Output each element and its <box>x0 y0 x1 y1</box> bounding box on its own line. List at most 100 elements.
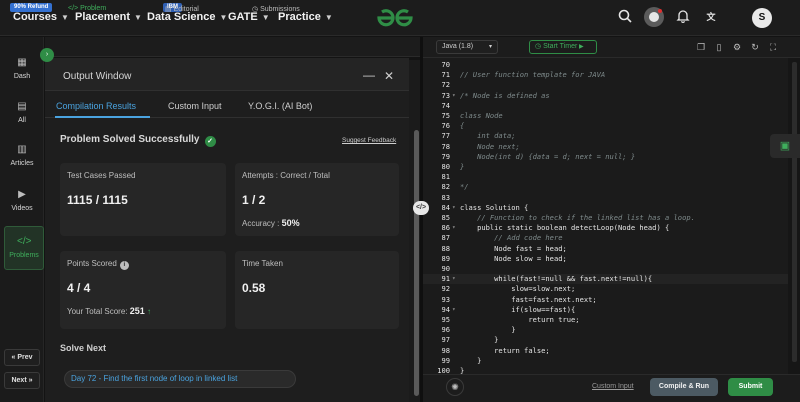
attempts-label: Attempts : Correct / Total <box>242 171 330 180</box>
line-number: 99 <box>441 355 450 365</box>
bell-icon[interactable] <box>675 9 691 25</box>
code-line[interactable]: 80} <box>423 162 788 172</box>
points-label: Points Scored <box>67 259 117 268</box>
code-editor[interactable]: 70 71 // User function template for JAVA 72… <box>423 58 788 374</box>
output-tabs: Compilation Results Custom Input Y.O.G.I… <box>45 92 409 118</box>
code-line[interactable]: 100} <box>423 366 788 374</box>
suggest-feedback-link[interactable]: Suggest Feedback <box>342 137 396 144</box>
code-line[interactable]: 93 fast=fast.next.next; <box>423 295 788 305</box>
code-line[interactable]: 83 <box>423 193 788 203</box>
code-line[interactable]: 76 { <box>423 121 788 131</box>
rail-all[interactable]: ▤ All <box>0 100 44 124</box>
chat-icon[interactable]: ▣ <box>770 134 800 158</box>
gfg-logo[interactable] <box>373 6 417 30</box>
line-number: 88 <box>441 243 450 253</box>
document-icon[interactable]: ▯ <box>713 41 725 53</box>
code-line[interactable]: 71 // User function template for JAVA <box>423 70 788 80</box>
code-line[interactable]: 84 ▾ class Solution { <box>423 203 788 213</box>
nav-courses[interactable]: Courses ▼ <box>13 11 69 23</box>
code-line[interactable]: 87 // Add code here <box>423 233 788 243</box>
rail-problems[interactable]: </> Problems <box>4 226 44 270</box>
line-number: 76 <box>441 121 450 131</box>
tab-problem[interactable]: </> Problem <box>68 5 106 12</box>
video-icon: ▶ <box>18 189 26 200</box>
next-problem-link[interactable]: Day 72 - Find the first node of loop in … <box>64 370 296 388</box>
code-line[interactable]: 72 <box>423 80 788 90</box>
fold-chevron-icon[interactable]: ▾ <box>452 91 456 101</box>
code-line[interactable]: 77 int data; <box>423 131 788 141</box>
code-line[interactable]: 81 <box>423 172 788 182</box>
code-line[interactable]: 79 Node(int d) {data = d; next = null; } <box>423 152 788 162</box>
code-line[interactable]: 73 ▾ /* Node is defined as <box>423 91 788 101</box>
resize-handle-icon[interactable]: </> <box>413 201 429 215</box>
fullscreen-icon[interactable]: ⛶ <box>767 41 779 53</box>
fold-chevron-icon[interactable]: ▾ <box>452 223 456 233</box>
nav-placement[interactable]: Placement ▼ <box>75 11 142 23</box>
start-timer-button[interactable]: ◷ Start Timer ▶ <box>529 40 597 54</box>
rail-articles[interactable]: ▥ Articles <box>0 143 44 167</box>
code-line[interactable]: 89 Node slow = head; <box>423 254 788 264</box>
code-line[interactable]: 92 slow=slow.next; <box>423 284 788 294</box>
minimize-icon[interactable]: — <box>363 68 375 82</box>
tab-yogi-ai-bot[interactable]: Y.O.G.I. (AI Bot) <box>248 101 312 111</box>
rail-videos[interactable]: ▶ Videos <box>0 188 44 212</box>
tab-compilation-results[interactable]: Compilation Results <box>56 101 136 111</box>
code-icon: </> <box>68 5 81 12</box>
prev-button[interactable]: « Prev <box>4 349 40 366</box>
code-line[interactable]: 78 Node next; <box>423 142 788 152</box>
refresh-icon[interactable]: ↻ <box>749 41 761 53</box>
code-line[interactable]: 98 return false; <box>423 346 788 356</box>
tab-editorial[interactable]: ▤ Editorial <box>165 5 199 13</box>
line-number: 85 <box>441 213 450 222</box>
line-number: 79 <box>441 151 450 161</box>
submit-button[interactable]: Submit <box>728 378 773 396</box>
editor-scrollbar-thumb[interactable] <box>792 62 797 362</box>
fold-chevron-icon[interactable]: ▾ <box>452 203 456 213</box>
code-text: class Node <box>460 111 503 120</box>
code-line[interactable]: 97 } <box>423 335 788 345</box>
code-line[interactable]: 99 } <box>423 356 788 366</box>
fold-chevron-icon[interactable]: ▾ <box>452 274 456 284</box>
code-line[interactable]: 91 ▾ while(fast!=null && fast.next!=null)… <box>423 274 788 285</box>
rail-dash[interactable]: ▦ Dash <box>0 56 44 80</box>
close-icon[interactable]: ✕ <box>384 69 394 83</box>
avatar[interactable]: S <box>752 8 772 28</box>
accuracy-row: Accuracy : 50% <box>242 218 300 228</box>
code-line[interactable]: 96 } <box>423 325 788 335</box>
code-line[interactable]: 86 ▾ public static boolean detectLoop(Nod… <box>423 223 788 233</box>
code-line[interactable]: 74 <box>423 101 788 111</box>
code-line[interactable]: 75 class Node <box>423 111 788 121</box>
compile-run-button[interactable]: Compile & Run <box>650 378 718 396</box>
tab-submissions-label: Submissions <box>260 6 300 13</box>
lightbulb-icon[interactable]: ✺ <box>446 378 464 396</box>
points-label-row: Points Scored i <box>67 259 129 270</box>
code-line[interactable]: 85 // Function to check if the linked li… <box>423 213 788 223</box>
settings-icon[interactable]: ⚙ <box>731 41 743 53</box>
code-text: Node next; <box>460 141 520 151</box>
line-number: 81 <box>441 172 450 182</box>
translate-icon[interactable]: 文 <box>703 9 719 25</box>
code-text: } <box>460 355 482 365</box>
code-line[interactable]: 94 ▾ if(slow==fast){ <box>423 305 788 315</box>
collapse-toggle[interactable]: › <box>40 48 54 62</box>
code-text: Node(int d) {data = d; next = null; } <box>460 151 636 161</box>
output-scrollbar-thumb[interactable] <box>414 130 419 396</box>
theme-toggle[interactable] <box>644 7 664 27</box>
copy-icon[interactable]: ❐ <box>695 41 707 53</box>
code-line[interactable]: 95 return true; <box>423 315 788 325</box>
language-select[interactable]: Java (1.8) ▾ <box>436 40 498 54</box>
code-line[interactable]: 88 Node fast = head; <box>423 244 788 254</box>
fold-chevron-icon[interactable]: ▾ <box>452 305 456 315</box>
code-line[interactable]: 90 <box>423 264 788 274</box>
tab-custom-input[interactable]: Custom Input <box>168 101 222 111</box>
tab-submissions[interactable]: ◷ Submissions <box>252 5 300 13</box>
tab-editorial-label: Editorial <box>173 6 199 13</box>
search-icon[interactable] <box>617 9 633 25</box>
info-icon[interactable]: i <box>119 261 129 270</box>
code-line[interactable]: 82 */ <box>423 182 788 192</box>
custom-input-link[interactable]: Custom Input <box>592 383 634 390</box>
rail-dash-label: Dash <box>13 73 31 80</box>
rail-articles-label: Articles <box>10 160 34 167</box>
next-button[interactable]: Next » <box>4 372 40 389</box>
code-line[interactable]: 70 <box>423 60 788 70</box>
